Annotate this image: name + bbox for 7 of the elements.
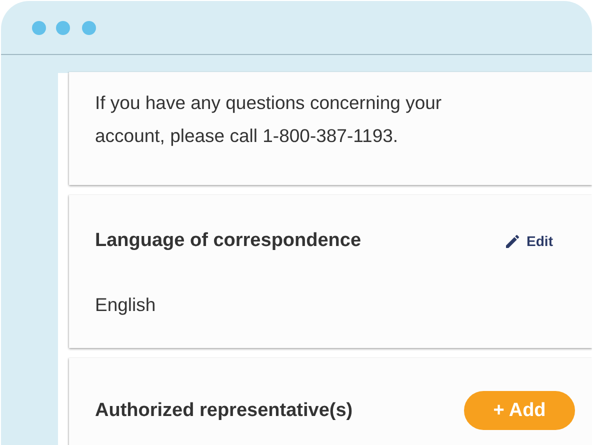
pencil-icon bbox=[504, 233, 521, 249]
section-value: English bbox=[95, 293, 157, 317]
section-title: Authorized representative(s) bbox=[95, 398, 353, 422]
section-title: Language of correspondence bbox=[95, 229, 362, 253]
window-dots-icon bbox=[32, 20, 96, 34]
contact-notice: If you have any questions concerning your account, please call 1-800-387-1193. bbox=[95, 91, 443, 148]
edit-link[interactable]: Edit bbox=[504, 233, 575, 249]
